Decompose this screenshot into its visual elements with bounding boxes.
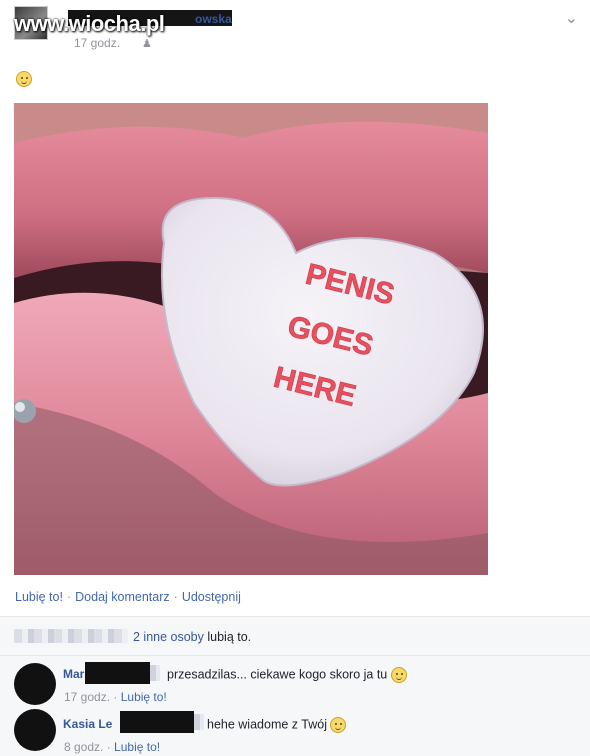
comment-meta: 17 godz. · Lubię to! [64,690,167,704]
chevron-down-icon[interactable]: ⌄ [565,8,578,28]
comment-meta: 8 godz. · Lubię to! [64,740,161,754]
smile-emoji-icon [330,717,347,733]
neutral-emoji-icon [390,667,407,683]
likes-count-link[interactable]: 2 inne osoby [133,630,204,644]
likes-summary: 2 inne osoby lubią to. [14,627,590,647]
likes-suffix: lubią to. [207,630,252,644]
smile-emoji-icon [16,71,32,87]
comment-like-button[interactable]: Lubię to! [114,740,160,754]
comment-time[interactable]: 17 godz. [64,690,110,704]
likes-text: 2 inne osoby lubią to. [133,630,251,644]
share-button[interactable]: Udostępnij [182,590,241,604]
commenter-name[interactable]: Kasia Le [63,717,112,731]
commenter-name-redaction [85,662,150,684]
lips-heart-image: PENIS GOES HERE [14,103,488,575]
watermark: www.wiocha.pl [14,11,165,36]
like-button[interactable]: Lubię to! [15,590,63,604]
likes-names-redaction [14,629,128,643]
post-card: owska www.wiocha.pl 17 godz. ♟ ⌄ PENIS G… [0,0,590,756]
comment-like-button[interactable]: Lubię to! [121,690,167,704]
redaction-blur [194,714,204,730]
comment-time[interactable]: 8 godz. [64,740,103,754]
separator: · [66,590,72,604]
post-photo[interactable]: PENIS GOES HERE [14,103,488,575]
commenter-avatar[interactable] [14,663,56,705]
friends-icon: ♟ [142,38,152,50]
post-actions: Lubię to! · Dodaj komentarz · Udostępnij [15,590,241,604]
comment-button[interactable]: Dodaj komentarz [75,590,170,604]
post-timestamp[interactable]: 17 godz. [74,36,120,50]
commenter-name-redaction [120,711,194,733]
divider [0,655,590,656]
commenter-avatar[interactable] [14,709,56,751]
author-name[interactable]: owska [195,12,232,26]
redaction-blur [150,665,160,681]
comment-text: hehe wiadome z Twój [207,717,347,733]
separator: · [173,590,178,604]
commenter-name[interactable]: Mar [63,667,84,681]
comment-text: przesadzilas... ciekawe kogo skoro ja tu [167,667,407,683]
post-footer: 2 inne osoby lubią to. Mar przesadzilas.… [0,616,590,756]
